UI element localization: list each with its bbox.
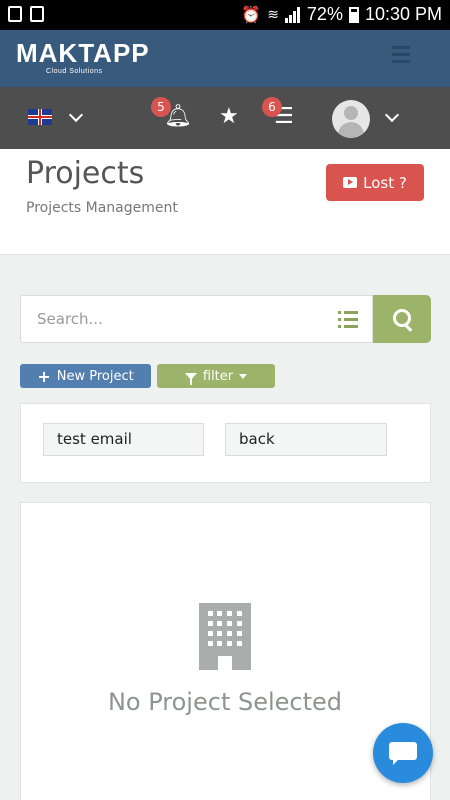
search-button[interactable] xyxy=(373,295,431,343)
avatar[interactable] xyxy=(332,100,370,138)
search-input[interactable] xyxy=(35,309,329,329)
tablet-notification-icon xyxy=(30,6,44,22)
top-toolbar: 🔔︎ 5 ★ ☰ 6 xyxy=(0,87,450,149)
empty-state-message: No Project Selected xyxy=(107,688,343,716)
signal-icon xyxy=(284,6,301,23)
clock: 10:30 PM xyxy=(364,4,442,24)
search-icon xyxy=(393,309,411,327)
chat-icon xyxy=(389,742,417,765)
lost-button[interactable]: Lost ? xyxy=(326,164,424,201)
chat-button[interactable] xyxy=(373,723,433,783)
app-bar: MAKTAPP Cloud Solutions xyxy=(0,30,450,87)
new-project-button[interactable]: + New Project xyxy=(20,364,151,388)
page-subtitle: Projects Management xyxy=(26,200,178,216)
search-box xyxy=(20,295,373,343)
tasks-badge: 6 xyxy=(262,97,282,117)
filter-label: filter xyxy=(202,368,234,384)
test-email-button[interactable]: test email xyxy=(43,423,204,456)
battery-icon xyxy=(348,6,359,23)
youtube-icon xyxy=(343,177,358,188)
menu-icon[interactable] xyxy=(392,46,410,67)
notifications-badge: 5 xyxy=(151,97,171,117)
new-project-label: New Project xyxy=(56,368,134,384)
list-icon[interactable] xyxy=(338,311,358,332)
filter-button[interactable]: filter xyxy=(157,364,275,388)
building-icon xyxy=(199,603,251,670)
logo-tagline: Cloud Solutions xyxy=(46,68,103,75)
status-bar: ⏰ ≋ 72% 10:30 PM xyxy=(0,0,450,30)
caret-down-icon xyxy=(239,373,248,379)
plus-icon: + xyxy=(37,366,51,386)
page-title: Projects xyxy=(26,156,145,191)
back-button[interactable]: back xyxy=(225,423,387,456)
user-menu-chevron-down-icon[interactable] xyxy=(384,107,400,123)
funnel-icon xyxy=(184,372,197,385)
logo[interactable]: MAKTAPP Cloud Solutions xyxy=(16,38,150,75)
star-icon[interactable]: ★ xyxy=(219,105,239,129)
uk-flag-icon[interactable] xyxy=(28,109,52,125)
gallery-notification-icon xyxy=(8,6,22,22)
logo-text: MAKTAPP xyxy=(16,38,150,68)
language-chevron-down-icon[interactable] xyxy=(68,107,84,123)
battery-percent: 72% xyxy=(306,4,343,24)
wifi-icon: ≋ xyxy=(267,6,279,22)
alarm-icon: ⏰ xyxy=(241,6,262,24)
lost-button-label: Lost ? xyxy=(363,173,407,192)
